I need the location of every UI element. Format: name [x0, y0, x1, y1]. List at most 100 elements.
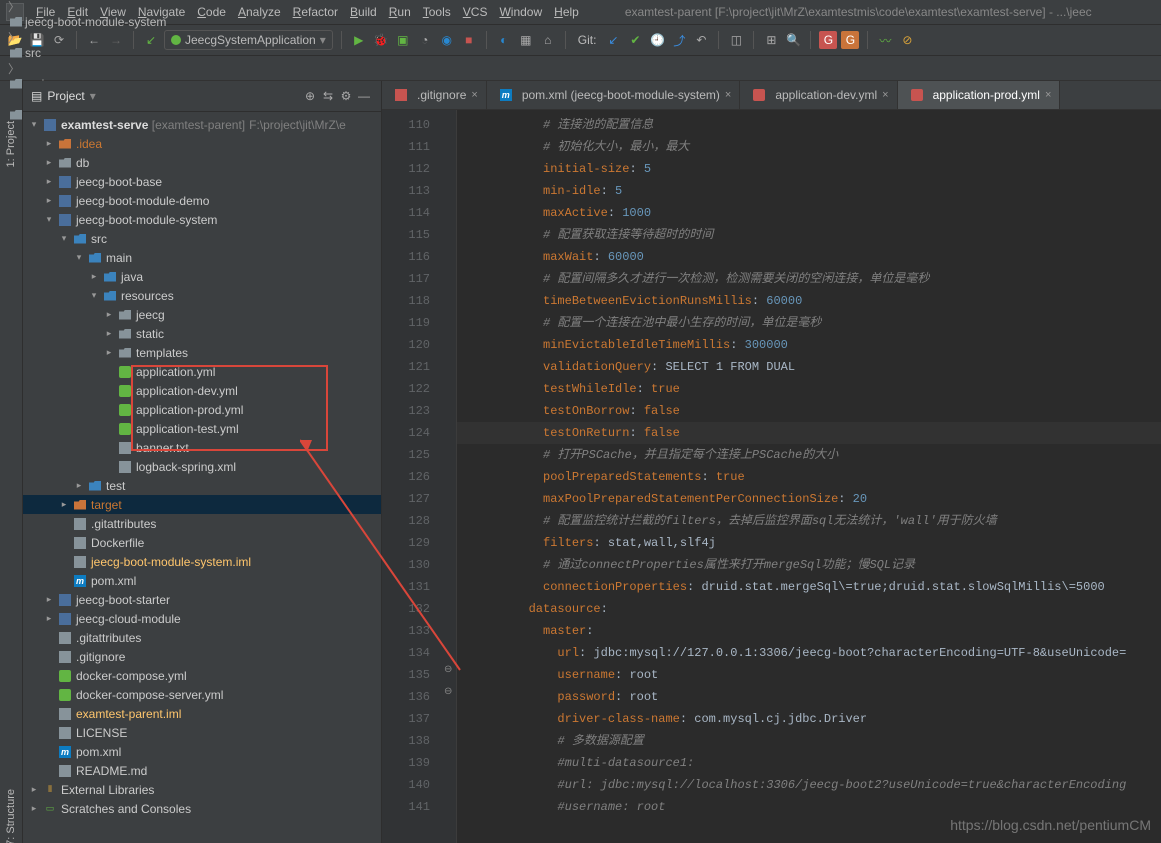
line-gutter: 1101111121131141151161171181191201211221… — [382, 110, 442, 843]
locate-icon[interactable]: ⊕ — [301, 87, 319, 105]
left-tool-strip: 1: Project 7: Structure — [0, 81, 23, 843]
project-tree[interactable]: examtest-serve [examtest-parent]F:\proje… — [23, 112, 381, 843]
profile-icon[interactable]: ◔ — [416, 31, 434, 49]
tree-node[interactable]: .gitattributes — [23, 514, 381, 533]
tree-node[interactable]: ⫴External Libraries — [23, 780, 381, 799]
tree-node[interactable]: .gitignore — [23, 647, 381, 666]
menu-help[interactable]: Help — [548, 5, 585, 19]
host-icon[interactable]: ⌂ — [539, 31, 557, 49]
vcs-history-icon[interactable]: 🕘 — [648, 31, 666, 49]
stop-icon[interactable]: ■ — [460, 31, 478, 49]
structure-tool-button[interactable]: 7: Structure — [5, 789, 17, 843]
menu-code[interactable]: Code — [191, 5, 232, 19]
tree-node[interactable]: ▭Scratches and Consoles — [23, 799, 381, 818]
tree-node[interactable]: logback-spring.xml — [23, 457, 381, 476]
tree-node[interactable]: jeecg-cloud-module — [23, 609, 381, 628]
breadcrumb: examtest-serve〉jeecg-boot-module-system〉… — [0, 56, 1161, 81]
struct-icon[interactable]: ◫ — [727, 31, 745, 49]
g2-icon[interactable]: G — [841, 31, 859, 49]
menu-tools[interactable]: Tools — [417, 5, 457, 19]
tab-application-dev-yml[interactable]: application-dev.yml× — [740, 81, 897, 109]
search-icon[interactable]: 🔍 — [784, 31, 802, 49]
tree-node[interactable]: application.yml — [23, 362, 381, 381]
run-config-label: JeecgSystemApplication — [185, 33, 316, 47]
menu-vcs[interactable]: VCS — [457, 5, 494, 19]
tree-node[interactable]: examtest-serve [examtest-parent]F:\proje… — [23, 115, 381, 134]
menu-run[interactable]: Run — [383, 5, 417, 19]
tree-node[interactable]: static — [23, 324, 381, 343]
tree-node[interactable]: application-prod.yml — [23, 400, 381, 419]
tree-node[interactable]: jeecg-boot-module-demo — [23, 191, 381, 210]
gauge-icon[interactable]: ◐ — [495, 31, 513, 49]
tree-node[interactable]: target — [23, 495, 381, 514]
menu-build[interactable]: Build — [344, 5, 383, 19]
tree-node[interactable]: README.md — [23, 761, 381, 780]
tree-node[interactable]: db — [23, 153, 381, 172]
block-icon[interactable]: ⊘ — [898, 31, 916, 49]
tree-node[interactable]: LICENSE — [23, 723, 381, 742]
close-icon[interactable]: × — [725, 89, 731, 101]
run-icon[interactable]: ▶ — [350, 31, 368, 49]
vcs-commit-icon[interactable]: ✔ — [626, 31, 644, 49]
vcs-update-icon[interactable]: ↙ — [604, 31, 622, 49]
close-icon[interactable]: × — [1045, 89, 1051, 101]
tree-node[interactable]: jeecg-boot-module-system.iml — [23, 552, 381, 571]
close-icon[interactable]: × — [882, 89, 888, 101]
crumb-1[interactable]: jeecg-boot-module-system — [6, 15, 170, 29]
vcs-revert-icon[interactable]: ↶ — [692, 31, 710, 49]
tree-node[interactable]: src — [23, 229, 381, 248]
gear-icon[interactable]: ⚙ — [337, 87, 355, 105]
window-title: examtest-parent [F:\project\jit\MrZ\exam… — [625, 5, 1092, 19]
close-icon[interactable]: × — [471, 89, 477, 101]
tree-node[interactable]: jeecg-boot-starter — [23, 590, 381, 609]
tree-node[interactable]: banner.txt — [23, 438, 381, 457]
project-header: Project — [47, 89, 84, 103]
project-tab-icon: ▤ — [31, 89, 42, 103]
menu-window[interactable]: Window — [493, 5, 548, 19]
hide-icon[interactable]: — — [355, 87, 373, 105]
tree-node[interactable]: mpom.xml — [23, 742, 381, 761]
tree-node[interactable]: mpom.xml — [23, 571, 381, 590]
tab--gitignore[interactable]: .gitignore× — [382, 81, 487, 109]
tab-pom-xml-jeecg-boot-module-system-[interactable]: mpom.xml (jeecg-boot-module-system)× — [487, 81, 741, 109]
g-icon[interactable]: G — [819, 31, 837, 49]
crumb-2[interactable]: src — [6, 46, 170, 60]
tab-application-prod-yml[interactable]: application-prod.yml× — [898, 81, 1061, 109]
find-icon[interactable]: ⊞ — [762, 31, 780, 49]
editor-tabs: .gitignore×mpom.xml (jeecg-boot-module-s… — [382, 81, 1161, 110]
tree-node[interactable]: jeecg-boot-module-system — [23, 210, 381, 229]
tree-node[interactable]: resources — [23, 286, 381, 305]
tree-node[interactable]: java — [23, 267, 381, 286]
fold-gutter: ⊖ ⊖ — [442, 110, 457, 843]
run-config-select[interactable]: JeecgSystemApplication ▾ — [164, 30, 333, 50]
tree-node[interactable]: jeecg — [23, 305, 381, 324]
tree-node[interactable]: docker-compose.yml — [23, 666, 381, 685]
editor: .gitignore×mpom.xml (jeecg-boot-module-s… — [382, 81, 1161, 843]
coverage-icon[interactable]: ▣ — [394, 31, 412, 49]
vcs-push-icon[interactable]: ⤴ — [670, 31, 688, 49]
tree-node[interactable]: .idea — [23, 134, 381, 153]
main-toolbar: 📂 💾 ⟳ ← → ↙ JeecgSystemApplication ▾ ▶ 🐞… — [0, 25, 1161, 56]
pulse-icon[interactable]: 〰 — [876, 31, 894, 49]
tree-node[interactable]: jeecg-boot-base — [23, 172, 381, 191]
monitor-icon[interactable]: ▦ — [517, 31, 535, 49]
tree-node[interactable]: docker-compose-server.yml — [23, 685, 381, 704]
tree-node[interactable]: application-test.yml — [23, 419, 381, 438]
expand-icon[interactable]: ⇆ — [319, 87, 337, 105]
tree-node[interactable]: templates — [23, 343, 381, 362]
git-label: Git: — [578, 33, 597, 47]
menu-analyze[interactable]: Analyze — [232, 5, 287, 19]
tree-node[interactable]: test — [23, 476, 381, 495]
tree-node[interactable]: Dockerfile — [23, 533, 381, 552]
debug-icon[interactable]: 🐞 — [372, 31, 390, 49]
watermark: https://blog.csdn.net/pentiumCM — [950, 817, 1151, 833]
tree-node[interactable]: application-dev.yml — [23, 381, 381, 400]
project-view: ▤Project ▾ ⊕ ⇆ ⚙ — examtest-serve [examt… — [23, 81, 382, 843]
attach-icon[interactable]: ◉ — [438, 31, 456, 49]
code-content[interactable]: # 连接池的配置信息 # 初始化大小，最小，最大 initial-size: 5… — [457, 110, 1161, 843]
tree-node[interactable]: examtest-parent.iml — [23, 704, 381, 723]
project-tool-button[interactable]: 1: Project — [5, 121, 17, 167]
tree-node[interactable]: .gitattributes — [23, 628, 381, 647]
tree-node[interactable]: main — [23, 248, 381, 267]
menu-refactor[interactable]: Refactor — [287, 5, 344, 19]
